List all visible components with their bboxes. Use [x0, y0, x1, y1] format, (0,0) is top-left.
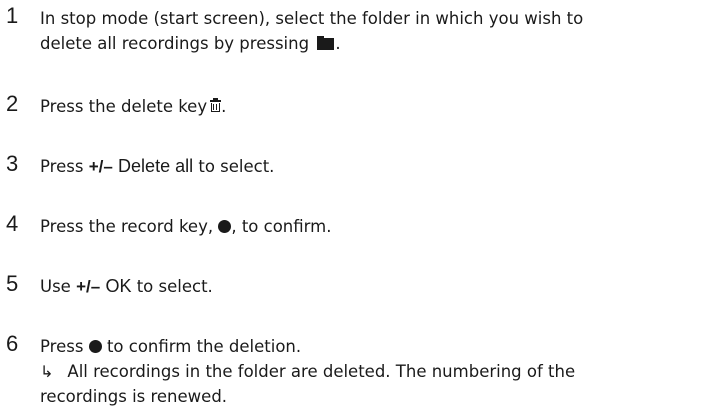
step-text: Press +/– Delete all to select. [40, 154, 712, 179]
step-text-fragment: Press [40, 157, 84, 176]
step-number: 6 [6, 331, 19, 356]
plus-minus-key: +/– [88, 157, 113, 176]
step-text-line: Press to confirm the deletion. [40, 334, 712, 359]
step-text-fragment: delete all recordings by pressing [40, 34, 310, 53]
punctuation: . [335, 34, 341, 53]
punctuation: . [221, 97, 227, 116]
result-line: ↳ All recordings in the folder are delete… [40, 359, 712, 384]
step-number: 1 [6, 3, 19, 28]
result-text: All recordings in the folder are deleted… [67, 362, 576, 381]
step-text-fragment: to select. [198, 157, 275, 176]
record-dot-icon [88, 340, 102, 353]
step-text: Press to confirm the deletion. ↳ All reco… [40, 334, 712, 409]
step-number: 4 [6, 211, 19, 236]
display-text: OK [105, 276, 132, 296]
record-dot-icon [218, 220, 232, 233]
step-text-fragment: Press the record key, [40, 217, 214, 236]
step-number: 2 [6, 91, 19, 116]
step-text-fragment: Use [40, 277, 71, 296]
step-text: Use +/– OK to select. [40, 274, 712, 299]
step-text: Press the delete key. [40, 94, 712, 119]
step-text-fragment: Press the delete key [40, 97, 208, 116]
trash-icon [210, 98, 222, 113]
step-text-fragment: to select. [136, 277, 213, 296]
step-text-fragment: Press [40, 337, 84, 356]
step-text: Press the record key, , to confirm. [40, 214, 712, 239]
display-text: Delete all [118, 156, 194, 176]
step-text-fragment: to confirm the deletion. [106, 337, 302, 356]
step-text-line: In stop mode (start screen), select the … [40, 9, 584, 28]
folder-icon [317, 36, 335, 50]
result-arrow-icon: ↳ [40, 362, 54, 381]
step-number: 3 [6, 151, 19, 176]
plus-minus-key: +/– [76, 277, 101, 296]
step-text: In stop mode (start screen), select the … [40, 6, 712, 56]
step-text-fragment: , to confirm. [231, 217, 332, 236]
result-line: recordings is renewed. [40, 387, 228, 406]
step-number: 5 [6, 271, 19, 296]
step-text-line: delete all recordings by pressing . [40, 31, 712, 56]
